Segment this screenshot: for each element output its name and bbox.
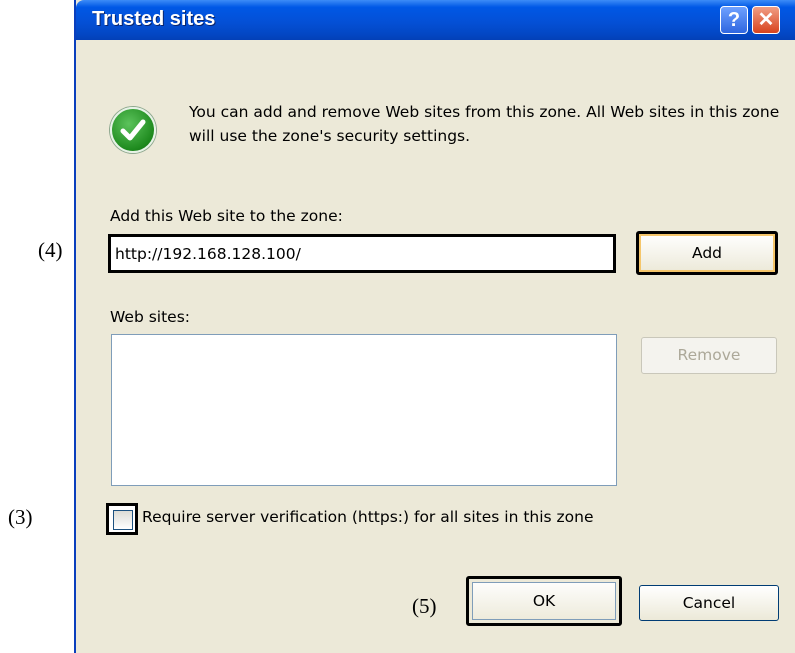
remove-button[interactable]: Remove [641,337,777,374]
add-site-label: Add this Web site to the zone: [110,207,343,225]
close-button[interactable]: ✕ [752,6,780,34]
annotation-3: (3) [8,505,33,529]
green-check-shield-icon [110,107,156,153]
zone-description: You can add and remove Web sites from th… [189,103,780,145]
require-https-checkbox[interactable] [106,503,138,535]
dialog-title: Trusted sites [92,8,216,30]
add-button[interactable]: Add [636,231,778,275]
ok-button[interactable]: OK [466,576,622,626]
require-https-label[interactable]: Require server verification (https:) for… [142,508,594,526]
url-input[interactable] [108,234,616,273]
cancel-button[interactable]: Cancel [639,585,779,621]
annotation-5: (5) [412,594,437,618]
annotation-4: (4) [38,238,63,262]
trusted-sites-dialog: Trusted sites ? ✕ You can add and remove… [74,0,795,653]
title-bar[interactable]: Trusted sites ? ✕ [76,0,795,40]
websites-list[interactable] [111,334,617,486]
help-button[interactable]: ? [720,6,748,34]
websites-label: Web sites: [110,308,191,326]
